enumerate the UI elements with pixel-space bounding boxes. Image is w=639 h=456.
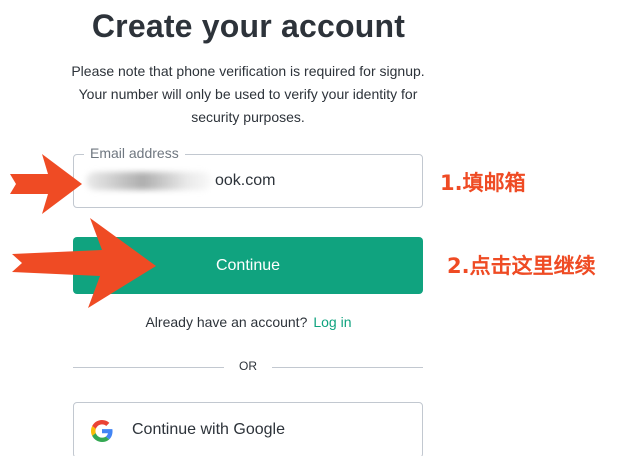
page-title: Create your account [91, 8, 406, 44]
annotation-step2: 2.点击这里继续 [447, 254, 596, 278]
divider-line-right [272, 367, 423, 368]
or-text: OR [239, 359, 257, 373]
login-prompt-row: Already have an account? Log in [0, 314, 497, 330]
red-arrow-icon [12, 218, 156, 308]
or-divider: OR [73, 358, 423, 376]
email-field[interactable]: Email address ook.com [73, 145, 423, 208]
login-link[interactable]: Log in [313, 314, 351, 330]
login-prompt-text: Already have an account? [145, 314, 308, 330]
signup-page: Create your account Please note that pho… [0, 0, 639, 456]
continue-with-google-button[interactable]: Continue with Google [73, 402, 423, 456]
email-value: ook.com [215, 172, 276, 189]
redacted-email-blur [86, 172, 212, 190]
email-label: Email address [84, 145, 185, 161]
page-subtitle: Please note that phone verification is r… [71, 63, 425, 125]
google-button-label: Continue with Google [132, 421, 285, 438]
annotation-step1: 1.填邮箱 [440, 171, 526, 195]
red-arrow-icon [10, 154, 82, 214]
google-logo-icon [91, 420, 113, 442]
